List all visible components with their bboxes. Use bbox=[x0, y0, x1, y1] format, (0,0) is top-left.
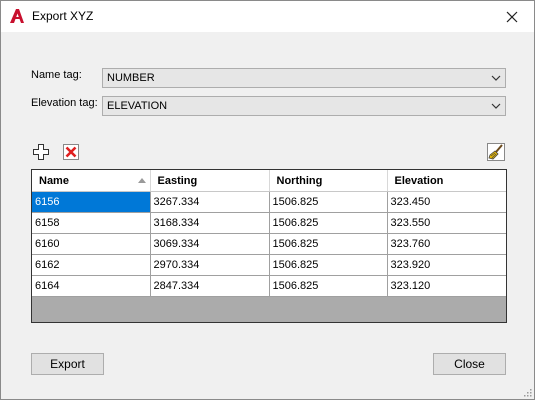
cell-northing[interactable]: 1506.825 bbox=[269, 254, 388, 276]
cell-easting[interactable]: 2847.334 bbox=[150, 275, 270, 297]
clear-all-button[interactable] bbox=[486, 142, 506, 162]
close-button[interactable]: Close bbox=[433, 353, 506, 375]
column-header-label: Name bbox=[39, 174, 69, 187]
close-icon bbox=[506, 11, 518, 22]
chevron-down-icon bbox=[491, 103, 501, 109]
table-row[interactable]: 6156 3267.334 1506.825 323.450 bbox=[32, 191, 506, 213]
points-table: Name Easting Northing Elevation 6156 326… bbox=[32, 170, 506, 297]
cell-elevation[interactable]: 323.920 bbox=[387, 254, 506, 276]
column-header-elevation[interactable]: Elevation bbox=[387, 170, 506, 192]
column-header-label: Northing bbox=[276, 174, 323, 187]
sort-ascending-icon bbox=[137, 178, 146, 183]
export-button[interactable]: Export bbox=[31, 353, 104, 375]
cell-northing[interactable]: 1506.825 bbox=[269, 233, 388, 255]
column-header-northing[interactable]: Northing bbox=[269, 170, 388, 192]
cell-northing[interactable]: 1506.825 bbox=[269, 212, 388, 234]
delete-row-button[interactable] bbox=[61, 142, 81, 162]
cell-name[interactable]: 6158 bbox=[32, 212, 151, 234]
column-header-label: Elevation bbox=[394, 174, 444, 187]
table-row[interactable]: 6160 3069.334 1506.825 323.760 bbox=[32, 233, 506, 255]
name-tag-value: NUMBER bbox=[107, 72, 155, 84]
cell-easting[interactable]: 3168.334 bbox=[150, 212, 270, 234]
cell-northing[interactable]: 1506.825 bbox=[269, 191, 388, 213]
export-xyz-dialog: Export XYZ Name tag: NUMBER Elevation ta… bbox=[0, 0, 535, 400]
cell-elevation[interactable]: 323.550 bbox=[387, 212, 506, 234]
column-header-name[interactable]: Name bbox=[32, 170, 151, 192]
name-tag-select[interactable]: NUMBER bbox=[102, 68, 506, 88]
column-header-label: Easting bbox=[157, 174, 198, 187]
name-tag-label: Name tag: bbox=[31, 69, 82, 81]
table-row[interactable]: 6164 2847.334 1506.825 323.120 bbox=[32, 275, 506, 297]
cell-easting[interactable]: 3267.334 bbox=[150, 191, 270, 213]
elevation-tag-label: Elevation tag: bbox=[31, 97, 98, 109]
resize-grip-icon[interactable] bbox=[522, 387, 532, 397]
title-bar[interactable]: Export XYZ bbox=[1, 1, 534, 32]
delete-icon bbox=[63, 144, 79, 160]
chevron-down-icon bbox=[491, 75, 501, 81]
close-window-button[interactable] bbox=[490, 1, 534, 32]
elevation-tag-select[interactable]: ELEVATION bbox=[102, 96, 506, 116]
cell-elevation[interactable]: 323.120 bbox=[387, 275, 506, 297]
column-header-easting[interactable]: Easting bbox=[150, 170, 270, 192]
cell-easting[interactable]: 3069.334 bbox=[150, 233, 270, 255]
table-row[interactable]: 6162 2970.334 1506.825 323.920 bbox=[32, 254, 506, 276]
cell-name[interactable]: 6162 bbox=[32, 254, 151, 276]
cell-elevation[interactable]: 323.450 bbox=[387, 191, 506, 213]
table-header-row: Name Easting Northing Elevation bbox=[32, 170, 506, 192]
cell-name[interactable]: 6156 bbox=[32, 191, 151, 213]
add-row-button[interactable] bbox=[31, 142, 51, 162]
cell-northing[interactable]: 1506.825 bbox=[269, 275, 388, 297]
elevation-tag-value: ELEVATION bbox=[107, 100, 168, 112]
add-icon bbox=[33, 144, 49, 160]
autocad-logo-icon bbox=[9, 8, 25, 24]
cell-name[interactable]: 6160 bbox=[32, 233, 151, 255]
window-title: Export XYZ bbox=[32, 9, 94, 23]
table-row[interactable]: 6158 3168.334 1506.825 323.550 bbox=[32, 212, 506, 234]
cell-easting[interactable]: 2970.334 bbox=[150, 254, 270, 276]
points-grid[interactable]: Name Easting Northing Elevation 6156 326… bbox=[31, 169, 507, 323]
cell-name[interactable]: 6164 bbox=[32, 275, 151, 297]
broom-icon bbox=[487, 143, 505, 161]
cell-elevation[interactable]: 323.760 bbox=[387, 233, 506, 255]
